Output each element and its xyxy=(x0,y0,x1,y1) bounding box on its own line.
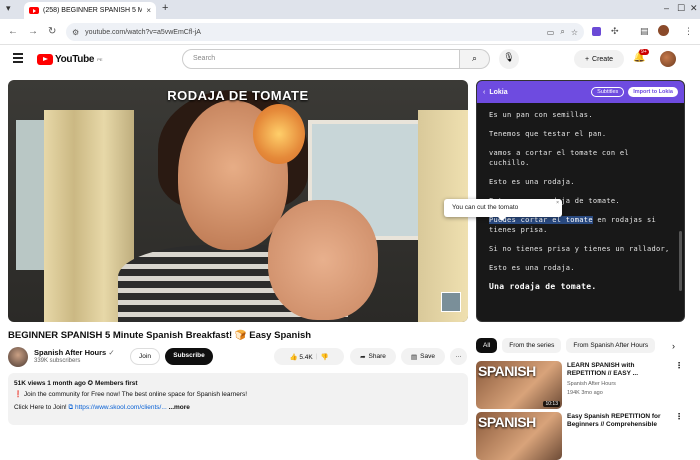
panel-scrollbar[interactable] xyxy=(679,231,682,291)
site-info-icon[interactable]: ⚙ xyxy=(72,28,79,37)
join-button[interactable]: Join xyxy=(130,348,160,365)
subscriber-count: 339K subscribers xyxy=(34,358,81,364)
maximize-icon[interactable]: ☐ xyxy=(677,3,685,14)
sidebar-icon[interactable]: ▤ xyxy=(640,26,649,37)
close-window-icon[interactable]: ✕ xyxy=(690,3,698,14)
microphone-icon[interactable]: 🎙 xyxy=(499,49,519,69)
share-icon: ➦ xyxy=(360,353,366,361)
subtitle-line[interactable]: Esto es una rodaja. xyxy=(489,177,672,187)
description-line: ❗ Join the community for Free now! The b… xyxy=(14,391,248,398)
lokia-title: Lokia xyxy=(489,88,508,96)
more-options-icon[interactable]: ⋮ xyxy=(675,361,683,370)
back-icon[interactable]: ‹ xyxy=(483,89,485,96)
channel-watermark[interactable] xyxy=(441,292,461,312)
tooltip-close-icon[interactable]: × xyxy=(556,200,559,206)
youtube-favicon-icon xyxy=(29,7,39,14)
description-link[interactable]: https://www.skool.com/clients/... xyxy=(75,404,167,411)
translation-tooltip: You can cut the tomato × xyxy=(444,199,562,221)
video-title: BEGINNER SPANISH 5 Minute Spanish Breakf… xyxy=(8,330,312,341)
extensions-icon[interactable]: ✣ xyxy=(611,26,619,37)
menu-icon[interactable] xyxy=(13,53,23,65)
recommendation-item[interactable]: SPANISH 10:13 LEARN SPANISH with REPETIT… xyxy=(476,361,686,409)
tab-close-icon[interactable]: × xyxy=(146,6,151,15)
new-tab-button[interactable]: + xyxy=(162,2,168,14)
browser-tab[interactable]: (258) BEGINNER SPANISH 5 Mi × xyxy=(24,2,156,19)
profile-avatar-icon[interactable] xyxy=(658,25,669,36)
recommendation-thumbnail[interactable]: SPANISH xyxy=(476,412,562,460)
save-button[interactable]: ▤ Save xyxy=(401,348,445,365)
account-avatar[interactable] xyxy=(660,51,676,67)
subtitle-line[interactable]: Tenemos que testar el pan. xyxy=(489,129,672,139)
filter-chips: All From the series From Spanish After H… xyxy=(476,338,656,353)
minimize-icon[interactable]: – xyxy=(664,3,669,13)
subtitle-line[interactable]: vamos a cortar el tomate con el cuchillo… xyxy=(489,148,672,168)
search-icon[interactable]: ⌕ xyxy=(460,49,490,69)
chip-all[interactable]: All xyxy=(476,338,498,353)
tab-search-icon[interactable]: ▾ xyxy=(6,3,11,14)
youtube-logo-icon xyxy=(37,54,53,65)
more-options-icon[interactable]: ⋮ xyxy=(675,412,683,421)
duration-badge: 10:13 xyxy=(543,401,560,407)
subtitle-line-active[interactable]: Puedes cortar el tomate en rodajas si ti… xyxy=(489,215,672,235)
bookmark-star-icon[interactable]: ☆ xyxy=(571,28,578,37)
video-player[interactable]: RODAJA DE TOMATE xyxy=(8,80,468,322)
verified-icon: ✓ xyxy=(108,348,115,357)
exclamation-icon: ❗ xyxy=(14,391,23,398)
link-icon: ⧉ xyxy=(68,404,74,411)
notification-count: 9+ xyxy=(639,49,649,55)
extension-lokia-icon[interactable] xyxy=(592,27,601,36)
import-to-lokia-button[interactable]: Import to Lokia xyxy=(628,87,678,97)
lokia-header: ‹ Lokia Subtitles Import to Lokia xyxy=(477,81,684,103)
browser-tab-bar: ▾ (258) BEGINNER SPANISH 5 Mi × + – ☐ ✕ xyxy=(0,0,700,19)
like-dislike-group: 👍 5.4K | 👎 xyxy=(274,348,344,365)
youtube-header: YouTube PE Search ⌕ 🎙 + Create 🔔 9+ xyxy=(0,45,700,73)
subtitles-tag[interactable]: Subtitles xyxy=(591,87,625,97)
youtube-logo[interactable]: YouTube PE xyxy=(37,54,103,65)
subtitle-line[interactable]: Una rodaja de tomate. xyxy=(489,282,672,292)
url-text: youtube.com/watch?v=a5vwEmCfl-jA xyxy=(85,28,201,36)
plus-icon: + xyxy=(584,55,590,63)
tab-title: (258) BEGINNER SPANISH 5 Mi xyxy=(43,7,143,14)
browser-menu-icon[interactable]: ⋮ xyxy=(684,26,693,37)
url-bar[interactable]: ⚙ youtube.com/watch?v=a5vwEmCfl-jA ▭ ⌕ ☆ xyxy=(66,23,584,41)
recommendation-item[interactable]: SPANISH Easy Spanish REPETITION for Begi… xyxy=(476,412,686,460)
description-box[interactable]: 51K views 1 month ago ✪ Members first ❗ … xyxy=(8,373,468,425)
search-input[interactable]: Search xyxy=(182,49,460,69)
save-icon: ▤ xyxy=(411,353,418,361)
thumbs-down-icon[interactable]: 👎 xyxy=(320,353,328,361)
subtitle-line[interactable]: Si no tienes prisa y tienes un rallador, xyxy=(489,244,672,254)
recommendation-title[interactable]: Easy Spanish REPETITION for Beginners //… xyxy=(567,413,667,429)
notifications-icon[interactable]: 🔔 9+ xyxy=(633,49,649,63)
channel-avatar[interactable] xyxy=(8,347,28,367)
thumbs-up-icon: 👍 xyxy=(289,353,298,361)
subscribe-button[interactable]: Subscribe xyxy=(165,348,213,365)
chip-from-channel[interactable]: From Spanish After Hours xyxy=(566,338,656,353)
like-button[interactable]: 👍 5.4K xyxy=(289,353,312,361)
zoom-icon[interactable]: ⌕ xyxy=(560,27,564,37)
cast-icon[interactable]: ▭ xyxy=(547,28,555,37)
back-icon[interactable]: ← xyxy=(8,26,18,37)
more-actions-button[interactable]: ··· xyxy=(450,348,467,365)
chevron-right-icon[interactable]: › xyxy=(672,341,675,351)
reload-icon[interactable]: ↻ xyxy=(48,26,56,37)
video-overlay-title: RODAJA DE TOMATE xyxy=(167,88,309,103)
chip-from-series[interactable]: From the series xyxy=(502,338,562,353)
recommendation-channel[interactable]: Spanish After Hours xyxy=(567,381,616,387)
share-button[interactable]: ➦ Share xyxy=(350,348,396,365)
forward-icon[interactable]: → xyxy=(28,26,38,37)
create-button[interactable]: + Create xyxy=(574,50,624,68)
subtitle-line[interactable]: Es un pan con semillas. xyxy=(489,110,672,120)
show-more-link[interactable]: ...more xyxy=(169,404,190,411)
channel-name[interactable]: Spanish After Hours ✓ xyxy=(34,348,115,357)
address-bar-row: ← → ↻ ⚙ youtube.com/watch?v=a5vwEmCfl-jA… xyxy=(0,19,700,45)
tomato-slice xyxy=(253,104,305,164)
subtitle-list: Es un pan con semillas. Tenemos que test… xyxy=(477,103,684,292)
description-line: Click Here to Join! ⧉ https://www.skool.… xyxy=(14,404,190,411)
recommendation-title[interactable]: LEARN SPANISH with REPETITION // EASY ..… xyxy=(567,362,667,378)
recommendation-thumbnail[interactable]: SPANISH 10:13 xyxy=(476,361,562,409)
recommendation-stats: 194K 3mo ago xyxy=(567,390,603,396)
subtitle-line[interactable]: Esto es una rodaja. xyxy=(489,263,672,273)
view-meta: 51K views 1 month ago ✪ Members first xyxy=(14,380,138,387)
